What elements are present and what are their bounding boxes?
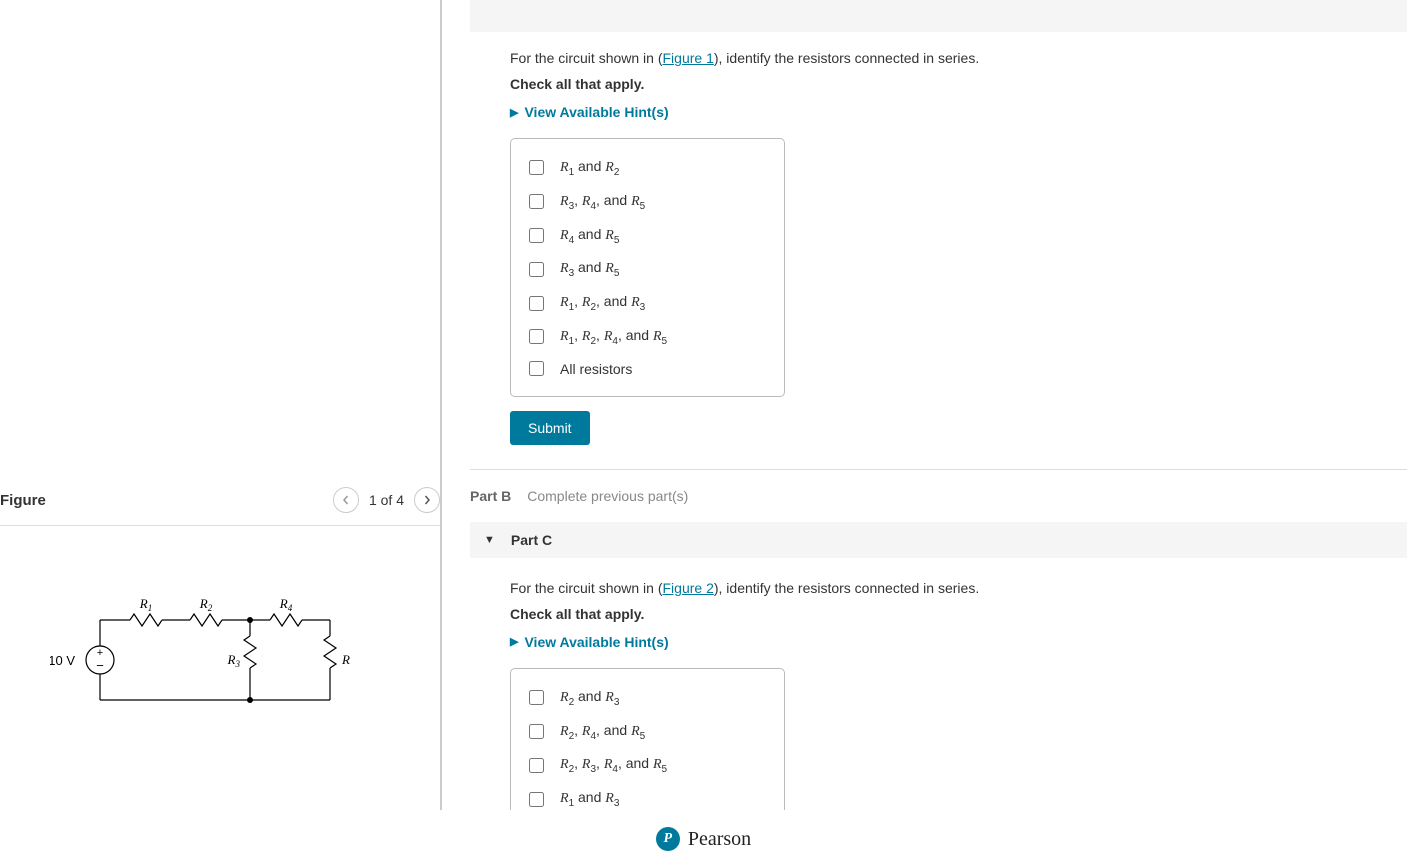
option-checkbox[interactable]	[529, 228, 544, 243]
option-row: R2, R3, R4, and R5	[529, 748, 766, 782]
figure-panel: Figure 1 of 4	[0, 0, 442, 810]
svg-text:R1: R1	[139, 596, 152, 613]
figure-title: Figure	[0, 492, 333, 509]
svg-text:R5: R5	[341, 652, 350, 669]
circuit-diagram: + − 10 V R1 R2 R4 R3 R5	[50, 580, 390, 810]
part-b-row: Part B Complete previous part(s)	[470, 488, 1407, 504]
figure-2-link[interactable]: Figure 2	[663, 580, 714, 596]
option-label: R3 and R5	[560, 259, 619, 279]
part-a-options: R1 and R2 R3, R4, and R5 R4 and R5 R3 and R…	[510, 138, 785, 397]
option-row: R1, R2, R4, and R5	[529, 320, 766, 354]
option-checkbox[interactable]	[529, 296, 544, 311]
check-all-text-c: Check all that apply.	[510, 606, 1407, 622]
option-row: All resistors	[529, 354, 766, 384]
part-c-options: R2 and R3 R2, R4, and R5 R2, R3, R4, and R…	[510, 668, 785, 810]
figure-scroll-area[interactable]: + − 10 V R1 R2 R4 R3 R5	[0, 520, 440, 810]
option-label: All resistors	[560, 361, 632, 377]
submit-button[interactable]: Submit	[510, 411, 590, 445]
pearson-brand: Pearson	[688, 828, 751, 851]
svg-text:R4: R4	[279, 596, 293, 613]
option-checkbox[interactable]	[529, 690, 544, 705]
pearson-logo-icon: P	[656, 827, 680, 851]
option-label: R1 and R3	[560, 789, 619, 809]
figure-next-button[interactable]	[414, 487, 440, 513]
triangle-right-icon: ▶	[510, 106, 518, 119]
voltage-label: 10 V	[50, 653, 75, 668]
svg-text:R3: R3	[227, 652, 241, 669]
option-label: R2, R3, R4, and R5	[560, 755, 667, 775]
option-checkbox[interactable]	[529, 792, 544, 807]
option-label: R3, R4, and R5	[560, 192, 645, 212]
part-a-prompt: For the circuit shown in (Figure 1), ide…	[510, 50, 1407, 66]
option-row: R1 and R3	[529, 782, 766, 810]
footer: P Pearson	[0, 814, 1407, 864]
svg-text:R2: R2	[199, 596, 213, 613]
option-checkbox[interactable]	[529, 329, 544, 344]
option-checkbox[interactable]	[529, 194, 544, 209]
figure-prev-button[interactable]	[333, 487, 359, 513]
part-c-title: Part C	[511, 532, 552, 548]
option-label: R2 and R3	[560, 688, 619, 708]
content-panel: For the circuit shown in (Figure 1), ide…	[442, 0, 1407, 810]
option-checkbox[interactable]	[529, 361, 544, 376]
option-label: R1, R2, R4, and R5	[560, 327, 667, 347]
option-row: R1, R2, and R3	[529, 286, 766, 320]
option-label: R1 and R2	[560, 158, 619, 178]
option-label: R4 and R5	[560, 226, 619, 246]
part-c-prompt: For the circuit shown in (Figure 2), ide…	[510, 580, 1407, 596]
svg-text:−: −	[96, 658, 104, 673]
triangle-right-icon: ▶	[510, 635, 518, 648]
part-c-header[interactable]: ▼ Part C	[470, 522, 1407, 558]
check-all-text: Check all that apply.	[510, 76, 1407, 92]
option-row: R4 and R5	[529, 219, 766, 253]
option-label: R1, R2, and R3	[560, 293, 645, 313]
part-a-header-band	[470, 0, 1407, 32]
option-label: R2, R4, and R5	[560, 722, 645, 742]
triangle-down-icon: ▼	[484, 534, 495, 546]
part-b-text: Complete previous part(s)	[527, 488, 688, 504]
view-hints-link[interactable]: ▶ View Available Hint(s)	[510, 104, 1407, 120]
figure-count: 1 of 4	[369, 492, 404, 508]
option-row: R1 and R2	[529, 151, 766, 185]
option-checkbox[interactable]	[529, 160, 544, 175]
option-checkbox[interactable]	[529, 724, 544, 739]
option-row: R3, R4, and R5	[529, 185, 766, 219]
option-checkbox[interactable]	[529, 758, 544, 773]
view-hints-link-c[interactable]: ▶ View Available Hint(s)	[510, 634, 1407, 650]
option-row: R2 and R3	[529, 681, 766, 715]
chevron-left-icon	[341, 495, 351, 505]
part-b-label: Part B	[470, 488, 511, 504]
chevron-right-icon	[422, 495, 432, 505]
option-row: R2, R4, and R5	[529, 715, 766, 749]
option-row: R3 and R5	[529, 252, 766, 286]
option-checkbox[interactable]	[529, 262, 544, 277]
figure-1-link[interactable]: Figure 1	[663, 50, 714, 66]
